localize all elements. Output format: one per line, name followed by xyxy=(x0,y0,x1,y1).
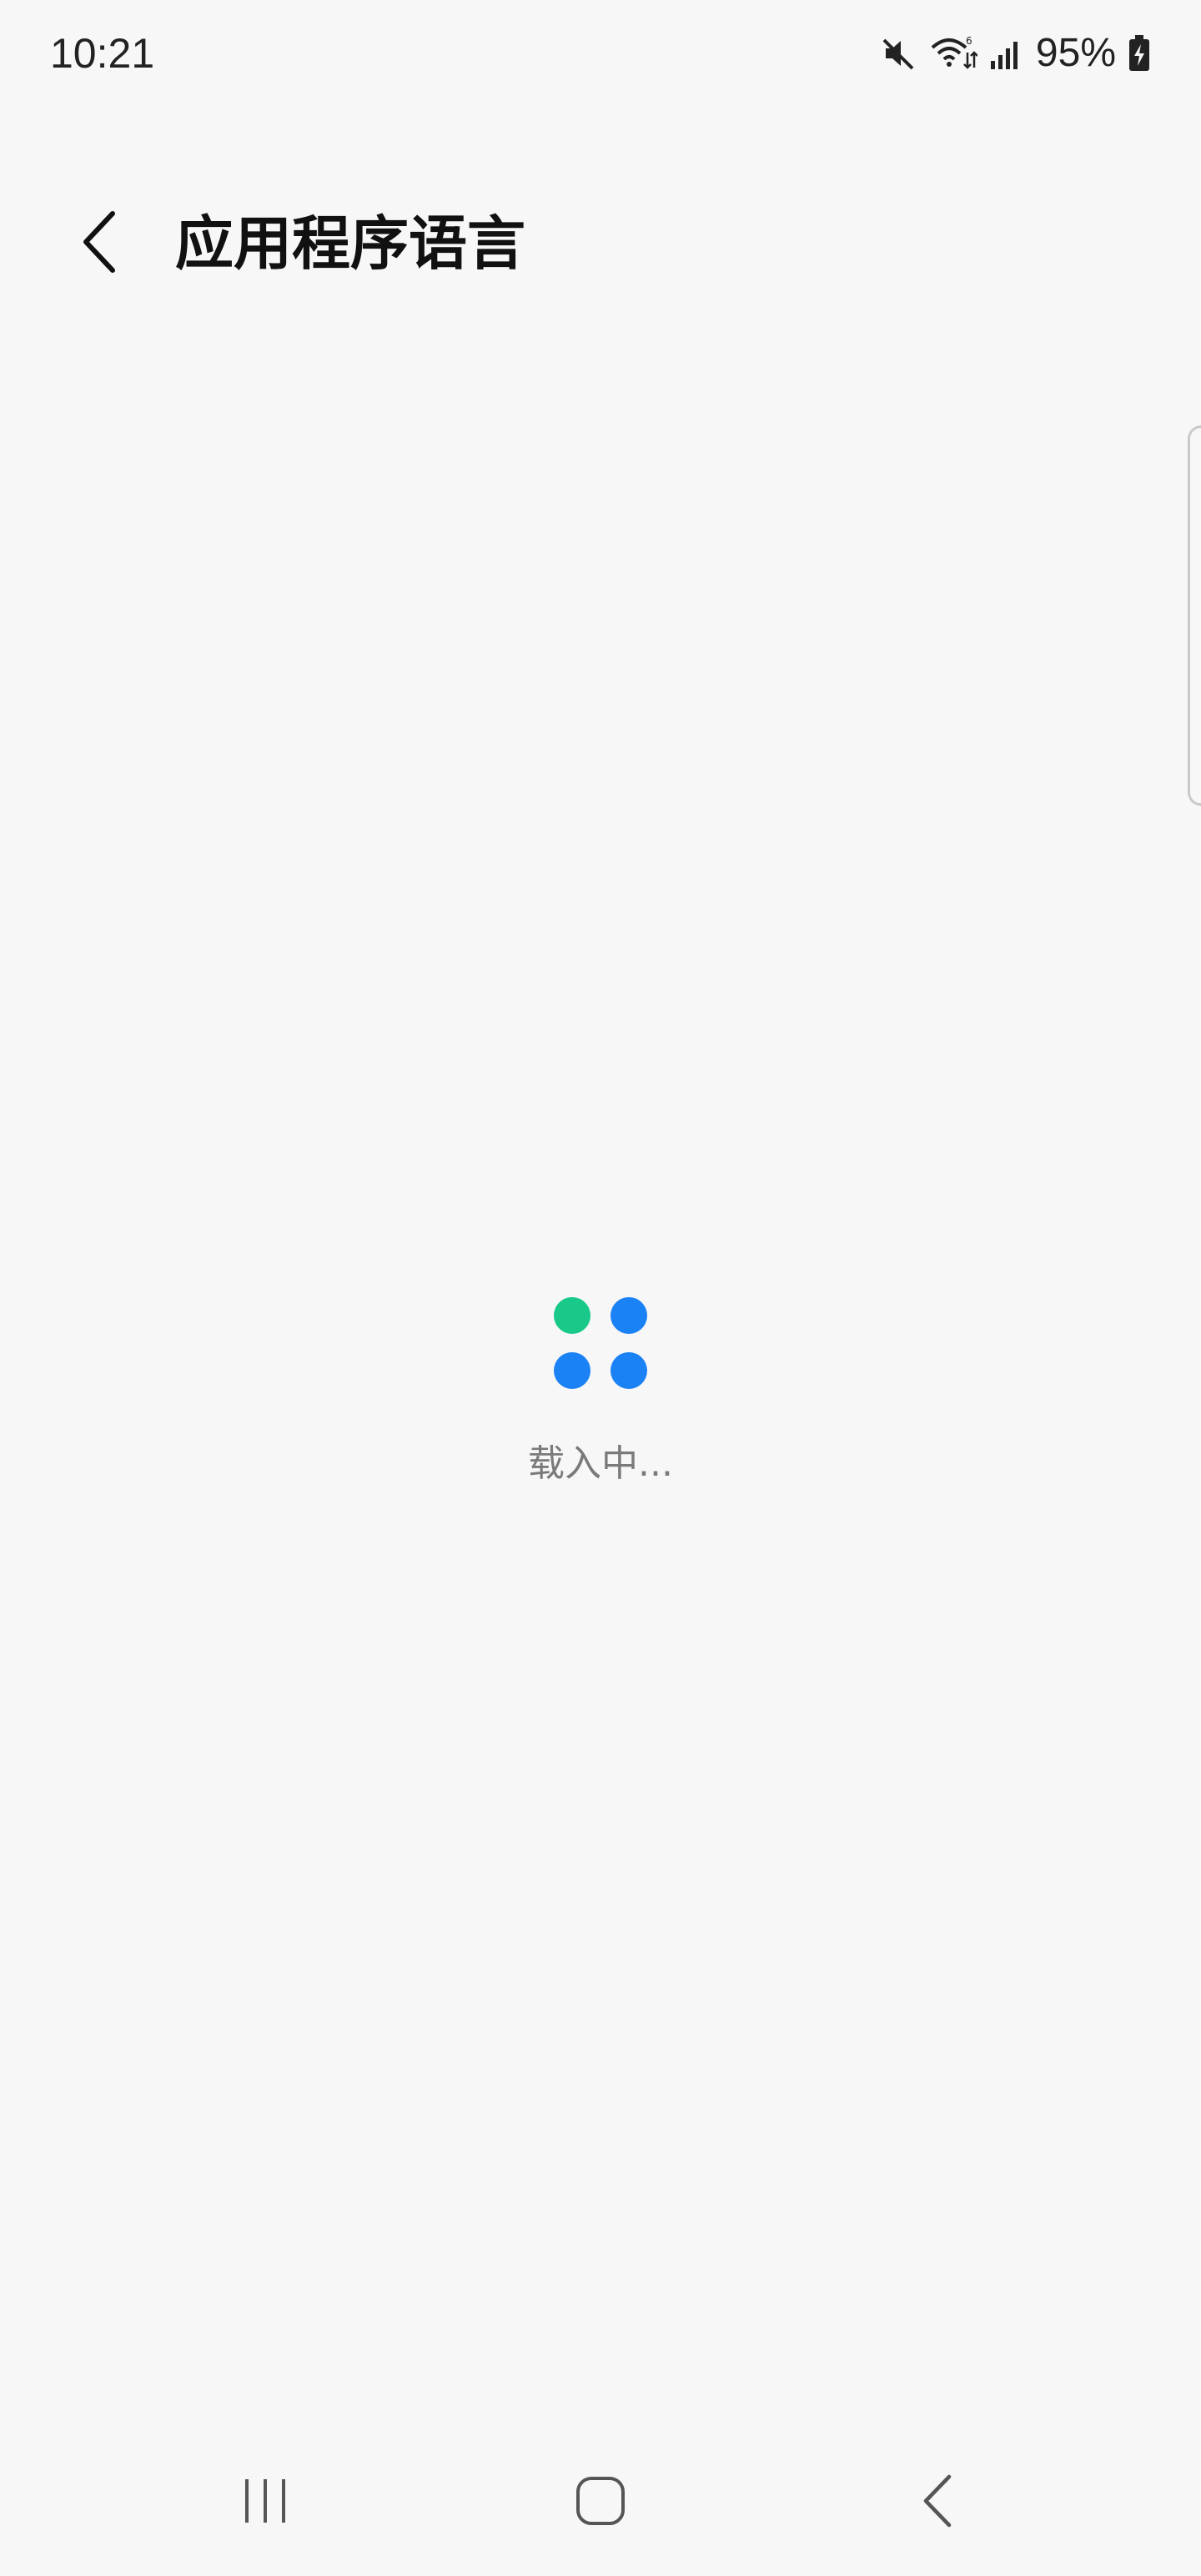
loading-indicator: 载入中... xyxy=(0,1297,1201,1487)
loading-text: 载入中... xyxy=(528,1442,673,1485)
back-button[interactable] xyxy=(58,202,142,285)
loading-dot xyxy=(611,1352,647,1389)
battery-charging-icon xyxy=(1128,34,1151,73)
page-title: 应用程序语言 xyxy=(175,209,525,278)
loading-dot xyxy=(611,1297,647,1334)
mute-icon xyxy=(881,35,917,72)
navigation-bar xyxy=(0,2436,1201,2576)
nav-back-button[interactable] xyxy=(887,2461,987,2544)
status-time: 10:21 xyxy=(50,30,155,77)
home-icon xyxy=(575,2475,626,2530)
app-bar: 应用程序语言 xyxy=(0,167,1201,309)
signal-icon xyxy=(989,36,1024,71)
battery-percent: 95% xyxy=(1035,31,1116,75)
home-button[interactable] xyxy=(550,2461,651,2544)
loading-dot xyxy=(554,1297,590,1334)
status-bar: 10:21 6 95% xyxy=(0,0,1201,108)
chevron-left-icon xyxy=(79,210,121,277)
wifi-icon: 6 xyxy=(929,34,977,73)
loading-dot xyxy=(554,1352,590,1389)
back-icon xyxy=(921,2473,954,2532)
recents-icon xyxy=(240,2476,290,2529)
loading-dots xyxy=(554,1297,647,1391)
recents-button[interactable] xyxy=(215,2461,315,2544)
svg-text:6: 6 xyxy=(966,35,972,47)
edge-panel-handle[interactable] xyxy=(1188,425,1201,806)
status-icons: 6 95% xyxy=(881,28,1151,78)
